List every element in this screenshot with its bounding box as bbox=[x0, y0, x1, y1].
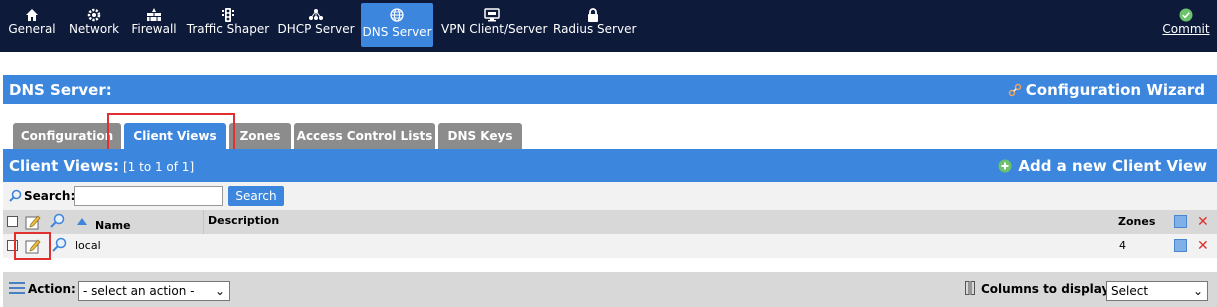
columns-label: Columns to display: bbox=[981, 282, 1115, 296]
nav-firewall[interactable]: Firewall bbox=[130, 0, 178, 48]
nav-vpn-client-server[interactable]: VPN Client/Server bbox=[441, 0, 547, 48]
firewall-icon bbox=[130, 0, 178, 22]
column-zones[interactable]: Zones bbox=[1118, 210, 1155, 234]
nav-traffic-shaper[interactable]: Traffic Shaper bbox=[186, 0, 270, 48]
row-enabled-icon[interactable] bbox=[1174, 239, 1187, 252]
nav-dhcp-server[interactable]: DHCP Server bbox=[277, 0, 355, 48]
tab-dns-keys[interactable]: DNS Keys bbox=[438, 123, 522, 149]
action-select[interactable]: - select an action - ⌄ bbox=[78, 281, 230, 301]
row-name[interactable]: local bbox=[75, 234, 101, 258]
search-row: Search: Search bbox=[3, 182, 1217, 210]
home-icon bbox=[8, 0, 56, 22]
top-navigation: General Network Firewall Traffic Shaper … bbox=[0, 0, 1217, 52]
magnifier-icon bbox=[9, 189, 22, 202]
tab-zones[interactable]: Zones bbox=[229, 123, 291, 149]
row-checkbox[interactable] bbox=[7, 240, 18, 251]
monitor-icon bbox=[441, 0, 543, 22]
configuration-wizard-link[interactable]: Configuration Wizard bbox=[1008, 81, 1205, 99]
section-title: Client Views: bbox=[9, 157, 119, 175]
search-input[interactable] bbox=[74, 186, 223, 206]
page-title: DNS Server: bbox=[9, 81, 112, 99]
columns-select[interactable]: Select ⌄ bbox=[1106, 281, 1208, 301]
tab-access-control-lists[interactable]: Access Control Lists bbox=[294, 123, 435, 149]
nav-general[interactable]: General bbox=[8, 0, 56, 48]
tab-client-views[interactable]: Client Views bbox=[124, 123, 226, 149]
row-zones: 4 bbox=[1119, 239, 1126, 252]
search-button[interactable]: Search bbox=[228, 186, 284, 206]
record-count: [1 to 1 of 1] bbox=[122, 160, 195, 174]
table-row: local 4 ✕ bbox=[3, 234, 1217, 258]
commit-button[interactable]: Commit bbox=[1160, 0, 1212, 48]
lock-icon bbox=[553, 0, 633, 22]
edit-icon bbox=[25, 215, 41, 230]
plus-circle-icon bbox=[998, 159, 1012, 173]
check-all-icon[interactable] bbox=[1174, 215, 1187, 228]
magnifier-icon bbox=[50, 213, 65, 228]
table-header: Name Description Zones ✕ bbox=[3, 210, 1217, 234]
wizard-icon bbox=[1008, 83, 1021, 97]
check-circle-icon bbox=[1160, 0, 1212, 22]
edit-icon[interactable] bbox=[25, 238, 41, 254]
search-label: Search: bbox=[24, 189, 76, 203]
column-description[interactable]: Description bbox=[208, 209, 279, 233]
traffic-light-icon bbox=[186, 0, 270, 22]
select-all-checkbox[interactable] bbox=[7, 216, 18, 227]
chevron-down-icon: ⌄ bbox=[214, 284, 225, 298]
nav-radius-server[interactable]: Radius Server bbox=[553, 0, 636, 48]
actions-bar: Action: - select an action - ⌄ Columns to… bbox=[3, 272, 1217, 307]
nav-dns-server[interactable]: DNS Server bbox=[361, 3, 433, 47]
client-views-header: Client Views: [1 to 1 of 1] Add a new Cli… bbox=[3, 149, 1217, 182]
sort-ascending-icon[interactable] bbox=[77, 218, 87, 225]
tab-bar: Configuration Client Views Zones Access … bbox=[3, 104, 1217, 149]
list-icon bbox=[9, 282, 25, 294]
globe-icon bbox=[361, 3, 433, 25]
tab-configuration[interactable]: Configuration bbox=[13, 123, 121, 149]
columns-icon bbox=[965, 281, 975, 295]
delete-all-icon[interactable]: ✕ bbox=[1197, 215, 1209, 229]
add-client-view-button[interactable]: Add a new Client View bbox=[998, 157, 1207, 175]
nav-network[interactable]: Network bbox=[66, 0, 122, 48]
gear-icon bbox=[66, 0, 122, 22]
network-nodes-icon bbox=[277, 0, 355, 22]
action-label: Action: bbox=[28, 282, 76, 296]
view-magnifier-icon[interactable] bbox=[51, 237, 67, 253]
row-delete-icon[interactable]: ✕ bbox=[1197, 239, 1209, 253]
chevron-down-icon: ⌄ bbox=[1192, 284, 1203, 298]
page-header: DNS Server: Configuration Wizard bbox=[3, 75, 1217, 104]
